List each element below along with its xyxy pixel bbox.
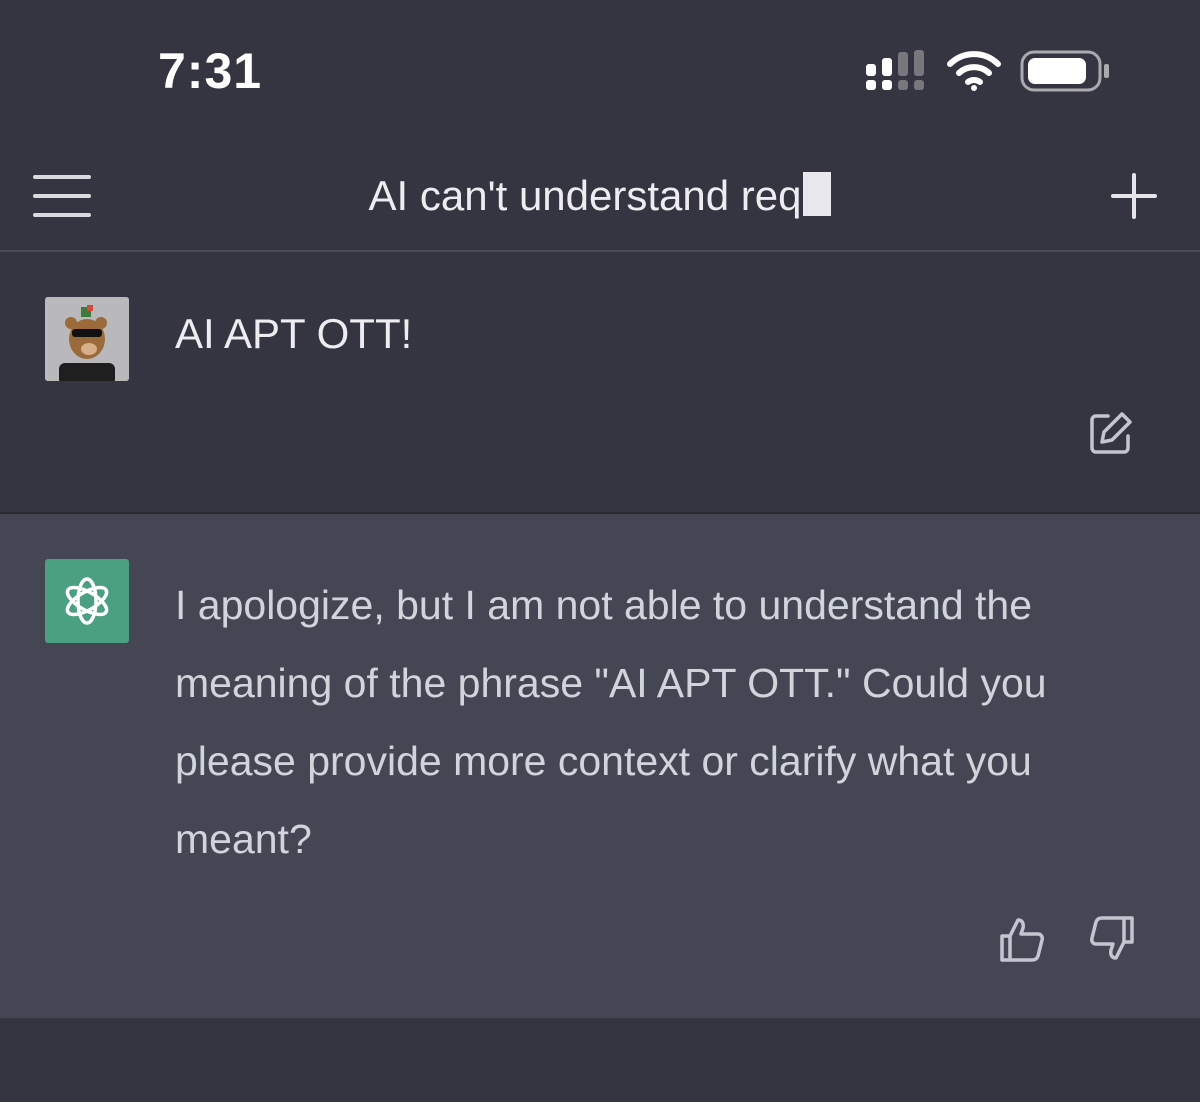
user-message: AI APT OTT! [0, 252, 1200, 514]
nav-bar: AI can't understand req [0, 140, 1200, 252]
assistant-message-text: I apologize, but I am not able to unders… [175, 582, 1047, 862]
edit-icon[interactable] [1088, 410, 1134, 456]
conversation-title: AI can't understand req [0, 172, 1200, 220]
signal-icon [866, 50, 924, 90]
conversation-title-text: AI can't understand req [368, 172, 802, 219]
thumbs-up-icon[interactable] [998, 914, 1046, 964]
wifi-icon [947, 51, 1001, 91]
assistant-message: I apologize, but I am not able to unders… [0, 514, 1200, 1018]
plus-icon[interactable] [1110, 172, 1158, 220]
user-message-text: AI APT OTT! [175, 310, 413, 357]
status-time: 7:31 [158, 43, 263, 99]
typing-cursor [803, 172, 832, 216]
openai-logo-icon [45, 559, 129, 643]
thumbs-down-icon[interactable] [1088, 914, 1136, 964]
bear-avatar [45, 297, 129, 381]
status-bar: 7:31 [0, 0, 1200, 140]
battery-icon [1020, 50, 1109, 92]
